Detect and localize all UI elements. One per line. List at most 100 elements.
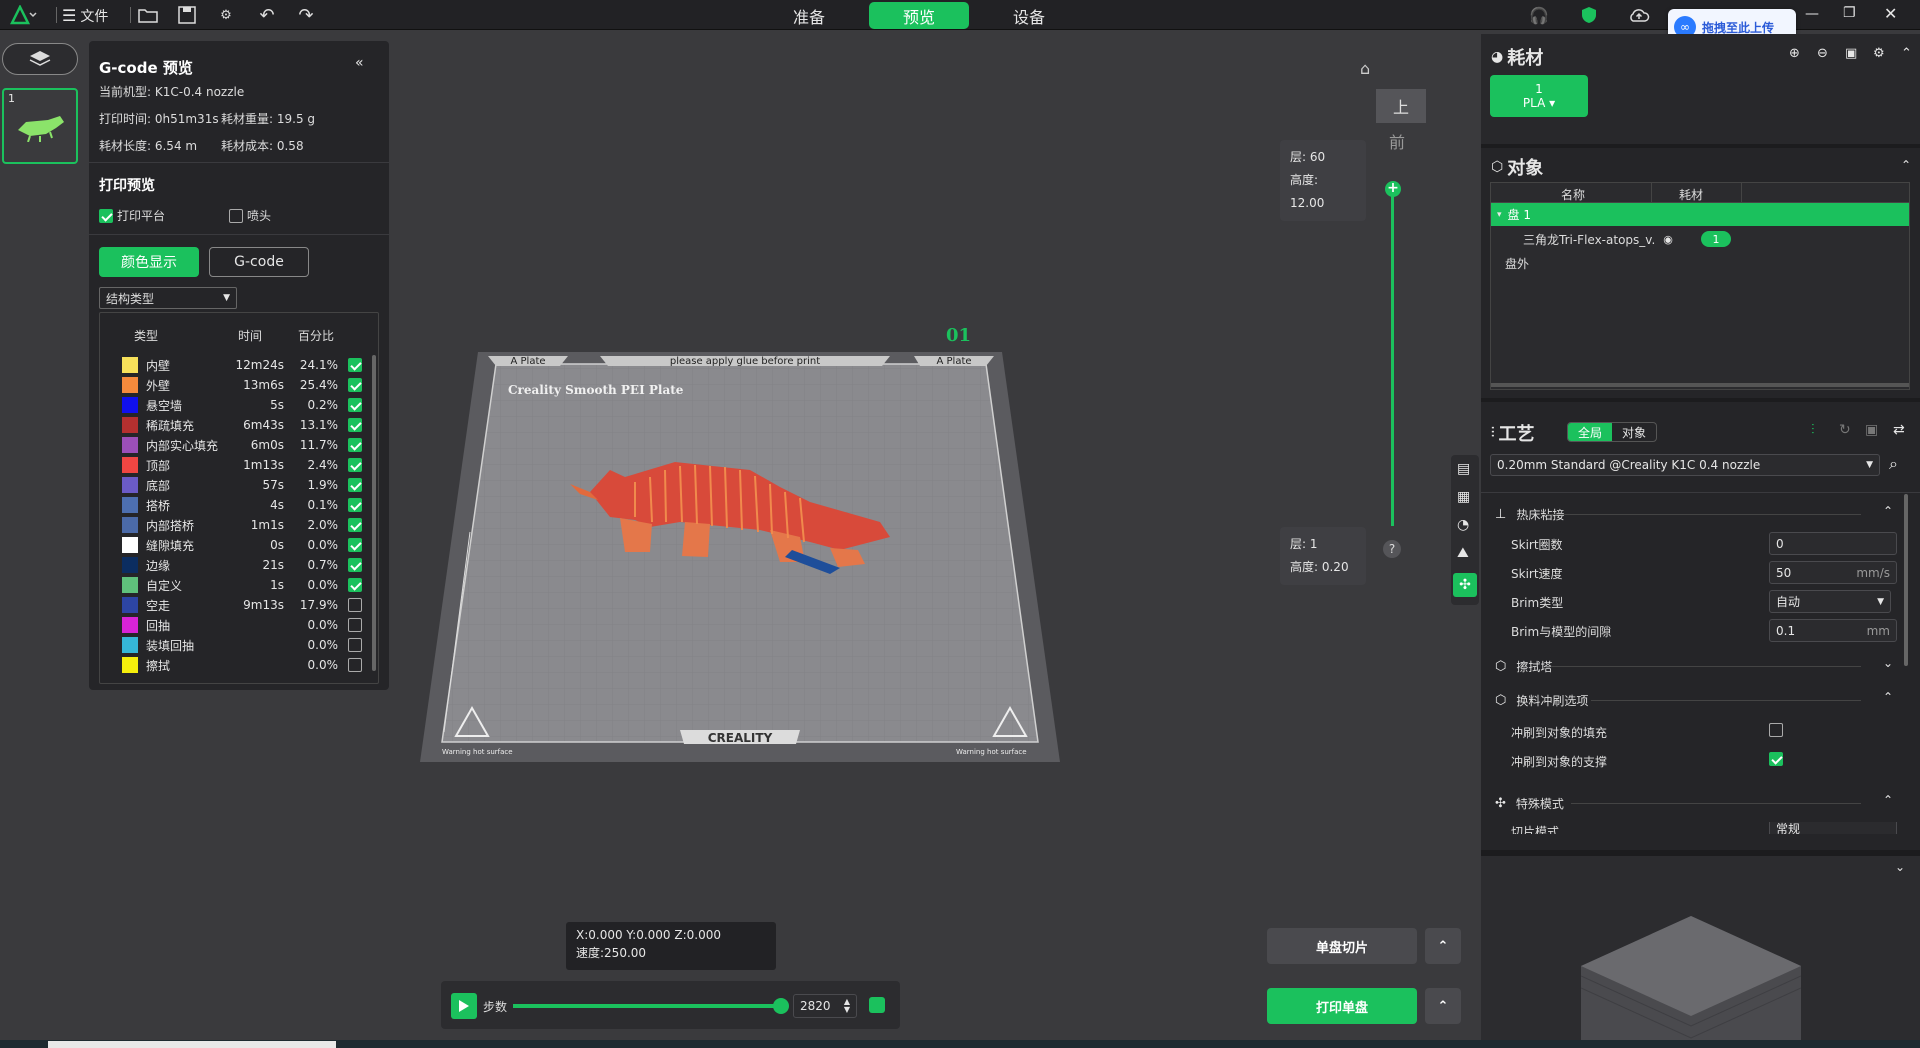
- speed-gauge-icon[interactable]: ◔: [1457, 517, 1469, 533]
- remove-filament-icon[interactable]: ⊖: [1817, 46, 1828, 61]
- redo-icon[interactable]: ↷: [294, 3, 318, 27]
- close-icon[interactable]: ✕: [1884, 4, 1897, 23]
- expand-wipe-icon[interactable]: ⌄: [1883, 656, 1893, 670]
- legend-visibility-checkbox[interactable]: [348, 378, 362, 393]
- collapse-preview-icon[interactable]: ⌄: [1895, 860, 1905, 874]
- legend-visibility-checkbox[interactable]: [348, 538, 362, 553]
- object-row[interactable]: 三角龙Tri-Flex-atops_v. ◉: [1523, 231, 1673, 248]
- settings-gear-icon[interactable]: ⚙: [214, 3, 238, 27]
- legend-visibility-checkbox[interactable]: [348, 478, 362, 493]
- legend-visibility-checkbox[interactable]: [348, 418, 362, 433]
- skirt-speed-input[interactable]: 50 mm/s: [1769, 561, 1897, 584]
- legend-visibility-checkbox[interactable]: [348, 458, 362, 473]
- legend-visibility-checkbox[interactable]: [348, 658, 362, 673]
- color-display-button[interactable]: 颜色显示: [99, 247, 199, 277]
- flush-support-checkbox[interactable]: [1769, 751, 1783, 766]
- collapse-objects-icon[interactable]: ⌃: [1901, 158, 1911, 172]
- tab-prepare[interactable]: 准备: [759, 2, 859, 29]
- layer-slider-track[interactable]: [1391, 190, 1394, 526]
- view-front-button[interactable]: 前: [1389, 129, 1405, 153]
- build-plate[interactable]: A Plate A Plate please apply glue before…: [420, 352, 1060, 762]
- plate-thumbnail[interactable]: 1: [2, 88, 78, 164]
- print-options-chevron-icon[interactable]: ⌃: [1425, 988, 1461, 1024]
- special-mode-icon[interactable]: ✣: [1453, 573, 1477, 597]
- view-top-button[interactable]: 上: [1376, 89, 1426, 123]
- tab-device[interactable]: 设备: [979, 2, 1079, 29]
- process-scrollbar[interactable]: [1904, 494, 1908, 666]
- step-slider-track[interactable]: [513, 1004, 781, 1008]
- collapse-special-icon[interactable]: ⌃: [1883, 793, 1893, 807]
- search-icon[interactable]: ⌕: [1889, 454, 1898, 474]
- flush-infill-checkbox[interactable]: [1769, 722, 1783, 737]
- layer-slider-top-handle[interactable]: +: [1385, 181, 1401, 197]
- add-filament-icon[interactable]: ⊕: [1789, 46, 1800, 61]
- brim-gap-input[interactable]: 0.1 mm: [1769, 619, 1897, 642]
- tab-object[interactable]: 对象: [1612, 423, 1656, 441]
- legend-visibility-checkbox[interactable]: [348, 638, 362, 653]
- object-list-scrollbar[interactable]: [1491, 383, 1909, 387]
- legend-visibility-checkbox[interactable]: [348, 618, 362, 633]
- undo-icon[interactable]: ↶: [255, 3, 279, 27]
- home-view-icon[interactable]: ⌂: [1360, 59, 1370, 78]
- flush-section-header[interactable]: ⬡ 换料冲刷选项: [1495, 692, 1588, 709]
- maximize-icon[interactable]: ❐: [1843, 5, 1856, 21]
- slice-plate-button[interactable]: 单盘切片: [1267, 928, 1417, 964]
- compare-icon[interactable]: ⇄: [1893, 422, 1905, 438]
- legend-scrollbar[interactable]: [372, 355, 376, 671]
- print-plate-button[interactable]: 打印单盘: [1267, 988, 1417, 1024]
- outside-plate-row[interactable]: 盘外: [1505, 255, 1529, 272]
- legend-visibility-checkbox[interactable]: [348, 518, 362, 533]
- slice-mode-select[interactable]: 常规: [1769, 822, 1897, 834]
- tab-global[interactable]: 全局: [1568, 423, 1612, 441]
- brim-type-select[interactable]: 自动 ▼: [1769, 590, 1891, 613]
- legend-visibility-checkbox[interactable]: [348, 358, 362, 373]
- legend-visibility-checkbox[interactable]: [348, 438, 362, 453]
- show-plate-checkbox[interactable]: 打印平台: [99, 207, 165, 224]
- cloud-upload-icon[interactable]: [1627, 3, 1651, 27]
- file-menu[interactable]: ☰ 文件: [62, 6, 108, 26]
- filament-settings-icon[interactable]: ⚙: [1873, 46, 1885, 61]
- grid-view-icon[interactable]: ▦: [1457, 489, 1470, 505]
- object-material-badge[interactable]: 1: [1701, 231, 1731, 247]
- step-slider-handle[interactable]: [773, 998, 789, 1014]
- taskbar-item[interactable]: [48, 1041, 336, 1048]
- wipe-tower-section-header[interactable]: ⬡ 擦拭塔: [1495, 658, 1552, 675]
- headset-icon[interactable]: 🎧: [1527, 3, 1551, 27]
- support-icon[interactable]: ⛰: [1457, 545, 1469, 561]
- legend-visibility-checkbox[interactable]: [348, 598, 362, 613]
- app-logo-icon[interactable]: [8, 3, 40, 27]
- legend-visibility-checkbox[interactable]: [348, 398, 362, 413]
- help-icon[interactable]: ?: [1383, 540, 1401, 558]
- profile-select[interactable]: 0.20mm Standard @Creality K1C 0.4 nozzle…: [1490, 454, 1880, 476]
- layers-toggle-icon[interactable]: [869, 997, 885, 1013]
- legend-visibility-checkbox[interactable]: [348, 578, 362, 593]
- legend-visibility-checkbox[interactable]: [348, 498, 362, 513]
- plate-list-toggle-button[interactable]: [2, 43, 78, 75]
- step-input[interactable]: 2820 ▲ ▼: [793, 994, 857, 1018]
- save-icon[interactable]: [175, 3, 199, 27]
- skirt-loops-input[interactable]: 0: [1769, 532, 1897, 555]
- tab-preview[interactable]: 预览: [869, 2, 969, 29]
- gcode-view-button[interactable]: G-code: [209, 247, 309, 277]
- slice-options-chevron-icon[interactable]: ⌃: [1425, 928, 1461, 964]
- collapse-adhesion-icon[interactable]: ⌃: [1883, 504, 1893, 518]
- layers-bar-icon[interactable]: ▤: [1457, 461, 1470, 477]
- open-folder-icon[interactable]: [136, 3, 160, 27]
- collapse-flush-icon[interactable]: ⌃: [1883, 690, 1893, 704]
- eye-icon[interactable]: ◉: [1663, 233, 1673, 246]
- plate-row[interactable]: ▾ 盘 1: [1491, 203, 1909, 226]
- save-preset-icon[interactable]: ▣: [1865, 422, 1878, 438]
- advanced-toggle-icon[interactable]: ⫶: [1811, 422, 1815, 438]
- structure-type-select[interactable]: 结构类型 ▼: [99, 287, 237, 309]
- play-button[interactable]: [451, 993, 477, 1019]
- special-mode-section-header[interactable]: ✣ 特殊模式: [1495, 795, 1564, 812]
- edit-filament-icon[interactable]: ▣: [1845, 46, 1857, 61]
- collapse-up-icon[interactable]: ⌃: [1901, 46, 1912, 61]
- minimize-icon[interactable]: —: [1805, 6, 1819, 22]
- shield-icon[interactable]: [1577, 3, 1601, 27]
- reset-icon[interactable]: ↻: [1839, 422, 1851, 438]
- legend-visibility-checkbox[interactable]: [348, 558, 362, 573]
- collapse-panel-icon[interactable]: «: [355, 55, 364, 71]
- show-nozzle-checkbox[interactable]: 喷头: [229, 207, 271, 224]
- filament-slot-1[interactable]: 1 PLA ▾: [1490, 75, 1588, 117]
